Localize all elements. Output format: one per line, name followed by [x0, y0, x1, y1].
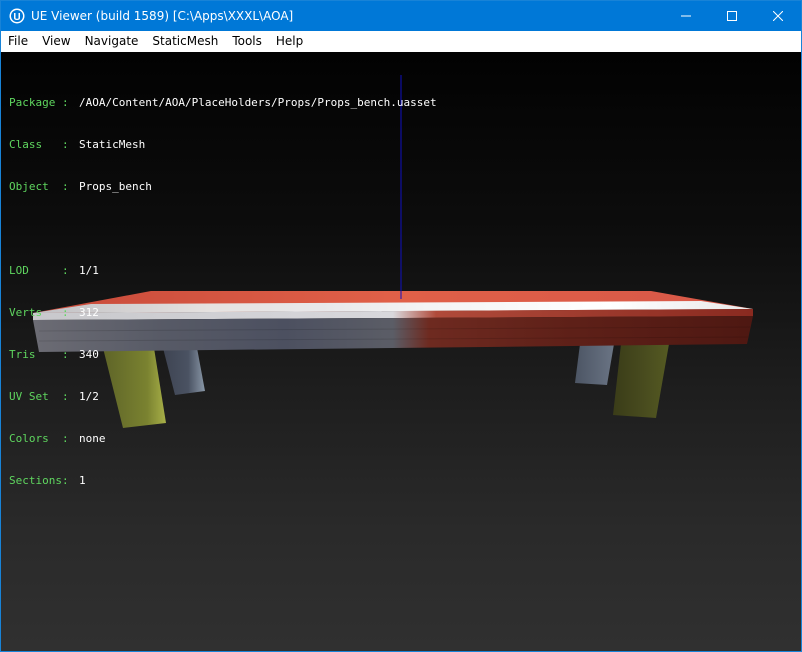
info-row-class: Class : StaticMesh [9, 138, 437, 152]
info-value: 340 [79, 348, 99, 361]
menu-tools[interactable]: Tools [225, 31, 269, 51]
info-label: LOD : [9, 264, 69, 277]
menu-staticmesh[interactable]: StaticMesh [145, 31, 225, 51]
info-row-package: Package : /AOA/Content/AOA/PlaceHolders/P… [9, 96, 437, 110]
maximize-icon [727, 11, 737, 21]
unreal-engine-icon [9, 8, 25, 24]
info-row-tris: Tris : 340 [9, 348, 437, 362]
close-icon [773, 11, 783, 21]
window-title: UE Viewer (build 1589) [C:\Apps\XXXL\AOA… [31, 9, 294, 23]
info-label: Class : [9, 138, 69, 151]
info-row-uvset: UV Set : 1/2 [9, 390, 437, 404]
info-label: Sections: [9, 474, 69, 487]
close-button[interactable] [755, 1, 801, 31]
bench-leg-front-right [613, 344, 669, 418]
mesh-info-overlay: Package : /AOA/Content/AOA/PlaceHolders/P… [9, 68, 437, 516]
info-value: none [79, 432, 106, 445]
info-label: Colors : [9, 432, 69, 445]
info-value: 312 [79, 306, 99, 319]
info-value: StaticMesh [79, 138, 146, 151]
info-label: Verts : [9, 306, 69, 319]
info-value: 1/1 [79, 264, 99, 277]
info-row-lod: LOD : 1/1 [9, 264, 437, 278]
info-row-verts: Verts : 312 [9, 306, 437, 320]
info-label: Package : [9, 96, 69, 109]
info-label: Object : [9, 180, 69, 193]
info-row-object: Object : Props_bench [9, 180, 437, 194]
app-window: UE Viewer (build 1589) [C:\Apps\XXXL\AOA… [0, 0, 802, 652]
minimize-button[interactable] [663, 1, 709, 31]
info-value: 1/2 [79, 390, 99, 403]
maximize-button[interactable] [709, 1, 755, 31]
info-value: /AOA/Content/AOA/PlaceHolders/Props/Prop… [79, 96, 437, 109]
menu-help[interactable]: Help [269, 31, 310, 51]
menu-file[interactable]: File [1, 31, 35, 51]
info-value: Props_bench [79, 180, 152, 193]
minimize-icon [681, 11, 691, 21]
bench-leg-back-right [575, 344, 614, 385]
info-label: UV Set : [9, 390, 69, 403]
menu-navigate[interactable]: Navigate [78, 31, 146, 51]
info-value: 1 [79, 474, 86, 487]
title-bar[interactable]: UE Viewer (build 1589) [C:\Apps\XXXL\AOA… [1, 1, 801, 31]
3d-viewport[interactable]: Package : /AOA/Content/AOA/PlaceHolders/P… [1, 52, 801, 651]
menu-view[interactable]: View [35, 31, 77, 51]
info-row-colors: Colors : none [9, 432, 437, 446]
info-label: Tris : [9, 348, 69, 361]
info-row-sections: Sections: 1 [9, 474, 437, 488]
menu-bar: File View Navigate StaticMesh Tools Help [1, 31, 801, 51]
